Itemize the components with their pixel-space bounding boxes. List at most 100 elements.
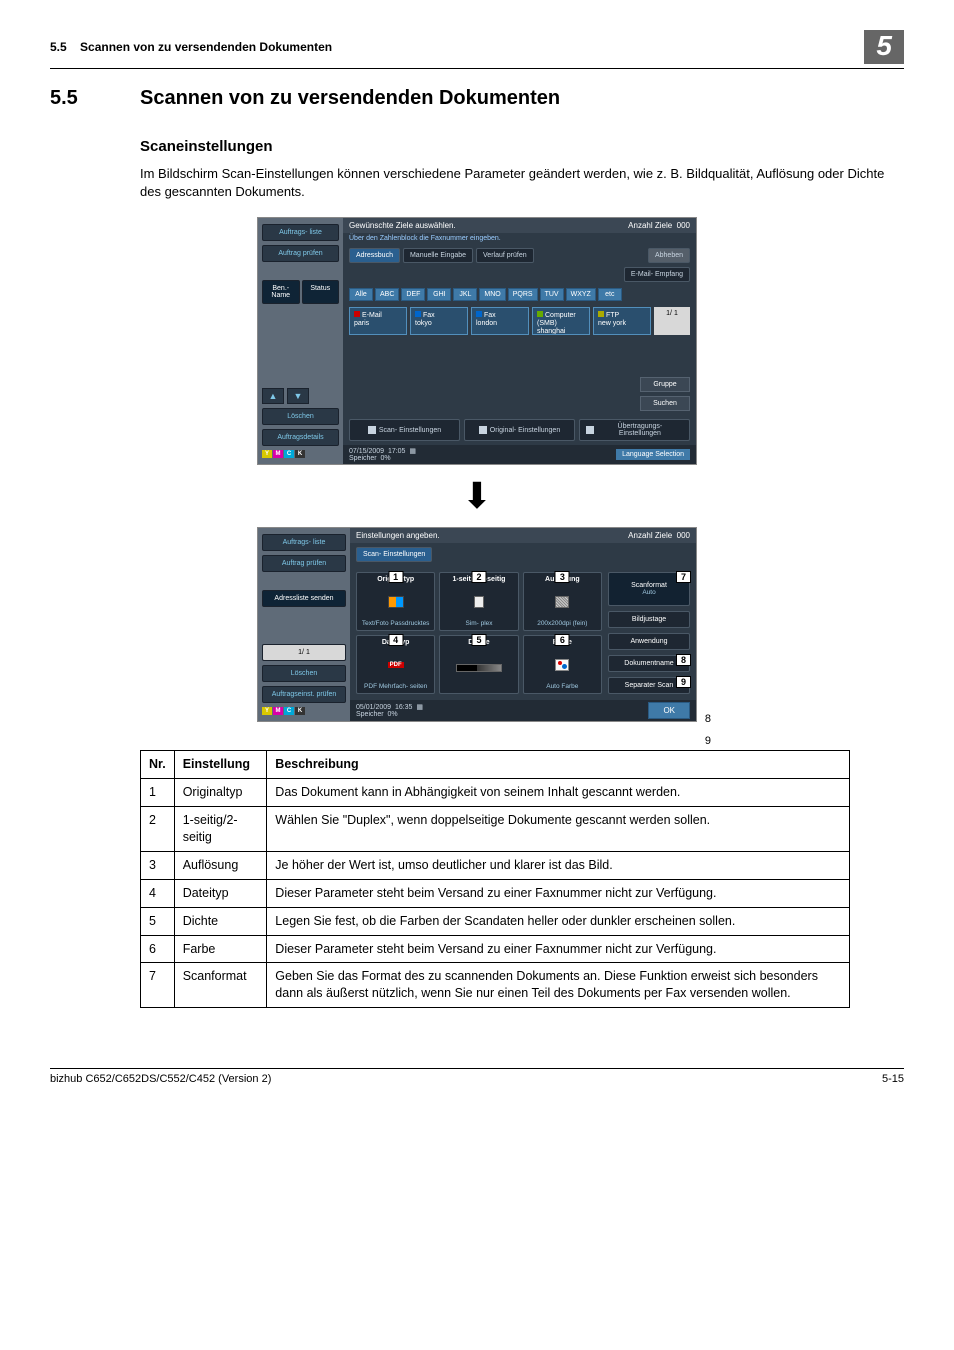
tab-addressbook[interactable]: Adressbuch <box>349 248 400 263</box>
col-description: Dieser Parameter steht beim Versand zu e… <box>267 935 850 963</box>
email-receive-button[interactable]: E-Mail- Empfang <box>624 267 690 282</box>
toner-levels: YMCK <box>262 707 346 715</box>
ok-button[interactable]: OK <box>648 702 690 719</box>
filter-abc[interactable]: ABC <box>375 288 399 301</box>
side-anwendung[interactable]: Anwendung <box>608 633 690 650</box>
panel-message: Einstellungen angeben. <box>356 531 440 540</box>
destination-new-york[interactable]: FTPnew york <box>593 307 651 335</box>
scan-icon <box>368 426 376 434</box>
intro-paragraph: Im Bildschirm Scan-Einstellungen können … <box>140 165 904 201</box>
destination-tokyo[interactable]: Faxtokyo <box>410 307 468 335</box>
tile-aufl-sung[interactable]: 3Auflösung200x200dpi (fein) <box>523 572 602 631</box>
status-date: 05/01/2009 <box>356 704 391 711</box>
side-separater-scan[interactable]: 9Separater Scan <box>608 677 690 694</box>
destination-london[interactable]: Faxlondon <box>471 307 529 335</box>
group-button[interactable]: Gruppe <box>640 377 690 392</box>
col-nr: 6 <box>141 935 175 963</box>
tile-dateityp[interactable]: 4DateitypPDFPDF Mehrfach- seiten <box>356 635 435 694</box>
filter-wxyz[interactable]: WXYZ <box>566 288 596 301</box>
filter-pqrs[interactable]: PQRS <box>508 288 538 301</box>
table-row: 21-seitig/2-seitigWählen Sie "Duplex", w… <box>141 807 850 852</box>
delete-button[interactable]: Löschen <box>262 665 346 682</box>
callout-1: 1 <box>388 571 403 583</box>
check-job-button[interactable]: Auftrag prüfen <box>262 245 339 262</box>
filter-jkl[interactable]: JKL <box>453 288 477 301</box>
status-memory-label: Speicher <box>356 711 384 718</box>
memory-icon: ▦ <box>409 448 416 455</box>
table-row: 6FarbeDieser Parameter steht beim Versan… <box>141 935 850 963</box>
col-nr: 1 <box>141 779 175 807</box>
destination-shanghai[interactable]: Computer (SMB)shanghai <box>532 307 590 335</box>
tile-dichte[interactable]: 5Dichte <box>439 635 518 694</box>
col-nr: 7 <box>141 963 175 1008</box>
dest-count-value: 000 <box>677 531 690 540</box>
arrow-down-icon: ⬇ <box>50 475 904 517</box>
side-scanformat[interactable]: 7ScanformatAuto <box>608 572 690 606</box>
col-nr: 3 <box>141 851 175 879</box>
transmit-settings-button[interactable]: Übertragungs- Einstellungen <box>579 419 690 441</box>
filter-ghi[interactable]: GHI <box>427 288 451 301</box>
tile-1-seitig-2-seitig[interactable]: 21-seitig/ 2-seitigSim- plex <box>439 572 518 631</box>
transmit-icon <box>586 426 594 434</box>
filter-mno[interactable]: MNO <box>479 288 505 301</box>
offhook-button[interactable]: Abheben <box>648 248 690 263</box>
col-setting: Auflösung <box>174 851 267 879</box>
col-setting: Scanformat <box>174 963 267 1008</box>
callout-6: 6 <box>555 634 570 646</box>
col-setting: Dichte <box>174 907 267 935</box>
dest-count-label: Anzahl Ziele <box>628 531 672 540</box>
status-memory-label: Speicher <box>349 455 377 462</box>
arrow-down-icon[interactable]: ▼ <box>287 388 309 404</box>
col-setting: Dateityp <box>174 879 267 907</box>
callout-3: 3 <box>555 571 570 583</box>
table-row: 7ScanformatGeben Sie das Format des zu s… <box>141 963 850 1008</box>
filter-def[interactable]: DEF <box>401 288 425 301</box>
filter-etc[interactable]: etc <box>598 288 622 301</box>
col-setting: Farbe <box>174 935 267 963</box>
table-row: 3AuflösungJe höher der Wert ist, umso de… <box>141 851 850 879</box>
arrow-up-icon[interactable]: ▲ <box>262 388 284 404</box>
user-name-tab[interactable]: Ben.- Name <box>262 280 300 304</box>
tile-originaltyp[interactable]: 1OriginaltypText/Foto Passdrucktes <box>356 572 435 631</box>
tab-scan-settings[interactable]: Scan- Einstellungen <box>356 547 432 562</box>
panel-hint: Über den Zahlenblock die Faxnummer einge… <box>343 233 696 244</box>
table-header: Beschreibung <box>267 751 850 779</box>
table-header: Einstellung <box>174 751 267 779</box>
original-settings-button[interactable]: Original- Einstellungen <box>464 419 575 441</box>
col-nr: 5 <box>141 907 175 935</box>
filter-tuv[interactable]: TUV <box>540 288 564 301</box>
callout-5: 5 <box>471 634 486 646</box>
tile-icon <box>444 595 513 609</box>
tile-farbe[interactable]: 6FarbeAuto Farbe <box>523 635 602 694</box>
scan-settings-button[interactable]: Scan- Einstellungen <box>349 419 460 441</box>
side-dokumentname[interactable]: 8Dokumentname <box>608 655 690 672</box>
job-list-button[interactable]: Auftrags- liste <box>262 534 346 551</box>
language-selection-button[interactable]: Language Selection <box>616 449 690 460</box>
running-header: 5.5 Scannen von zu versendenden Dokument… <box>50 30 904 69</box>
filter-alle[interactable]: Alle <box>349 288 373 301</box>
destination-paris[interactable]: E-Mailparis <box>349 307 407 335</box>
search-button[interactable]: Suchen <box>640 396 690 411</box>
check-job-settings-button[interactable]: Auftragseinst. prüfen <box>262 686 346 703</box>
send-addresslist-button[interactable]: Adressliste senden <box>262 590 346 607</box>
header-section-title: Scannen von zu versendenden Dokumenten <box>80 40 332 54</box>
memory-icon: ▦ <box>416 704 423 711</box>
job-details-button[interactable]: Auftragsdetails <box>262 429 339 446</box>
screenshot-scan-settings: Auftrags- liste Auftrag prüfen Adresslis… <box>257 527 697 722</box>
check-job-button[interactable]: Auftrag prüfen <box>262 555 346 572</box>
footer-model: bizhub C652/C652DS/C552/C452 (Version 2) <box>50 1073 271 1085</box>
scroll-arrows: ▲ ▼ <box>262 388 339 404</box>
delete-button[interactable]: Löschen <box>262 408 339 425</box>
page-indicator: 1/ 1 <box>654 307 690 335</box>
tab-history[interactable]: Verlauf prüfen <box>476 248 534 263</box>
status-tab[interactable]: Status <box>302 280 340 304</box>
job-list-button[interactable]: Auftrags- liste <box>262 224 339 241</box>
side-bildjustage[interactable]: Bildjustage <box>608 611 690 628</box>
tile-icon: PDF <box>361 658 430 672</box>
tab-manual-input[interactable]: Manuelle Eingabe <box>403 248 473 263</box>
screenshot-address-book: Auftrags- liste Auftrag prüfen Ben.- Nam… <box>257 217 697 465</box>
table-header: Nr. <box>141 751 175 779</box>
chapter-number: 5 <box>864 30 904 64</box>
table-row: 5DichteLegen Sie fest, ob die Farben der… <box>141 907 850 935</box>
dest-type-icon <box>537 311 543 317</box>
